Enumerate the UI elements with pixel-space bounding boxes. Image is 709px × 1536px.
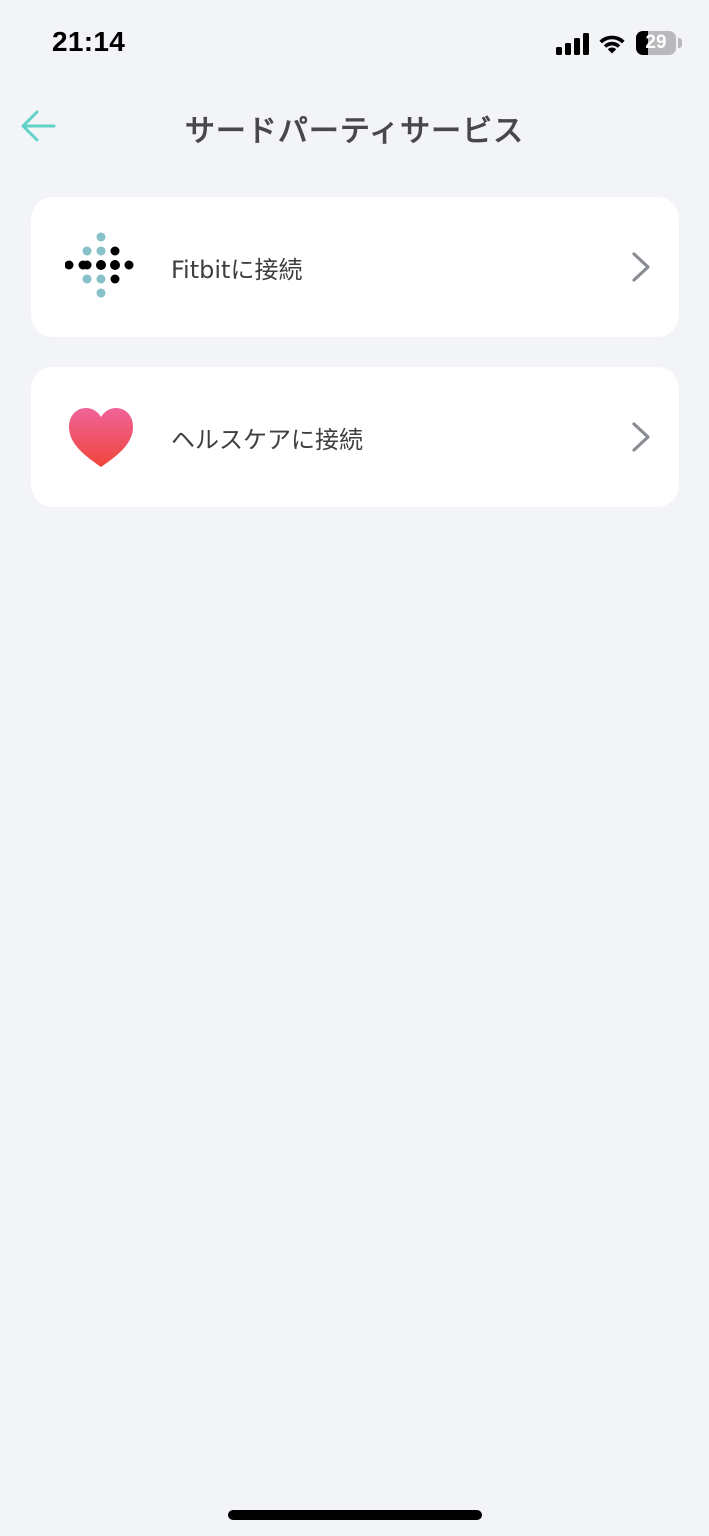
status-bar: 21:14 29 bbox=[0, 0, 709, 88]
navigation-bar: サードパーティサービス bbox=[0, 88, 709, 164]
heart-icon bbox=[69, 408, 133, 467]
chevron-right-icon bbox=[632, 252, 650, 282]
chevron-right-icon bbox=[632, 422, 650, 452]
home-indicator[interactable] bbox=[228, 1510, 482, 1520]
battery-icon: 29 bbox=[636, 31, 676, 55]
battery-level: 29 bbox=[645, 32, 667, 53]
screen: 21:14 29 サードパーティサービス Fitbitに接続 ヘルスケアに接続 bbox=[0, 0, 709, 1536]
health-connect-card[interactable]: ヘルスケアに接続 bbox=[31, 367, 679, 507]
fitbit-connect-card[interactable]: Fitbitに接続 bbox=[31, 197, 679, 337]
battery-cap bbox=[678, 38, 682, 48]
cellular-signal-icon bbox=[556, 33, 590, 55]
health-connect-label: ヘルスケアに接続 bbox=[171, 425, 363, 454]
status-time: 21:14 bbox=[52, 26, 126, 57]
page-title: サードパーティサービス bbox=[184, 114, 525, 149]
fitbit-connect-label: Fitbitに接続 bbox=[171, 255, 303, 284]
fitbit-logo-icon bbox=[65, 232, 134, 298]
wifi-icon bbox=[599, 35, 625, 54]
